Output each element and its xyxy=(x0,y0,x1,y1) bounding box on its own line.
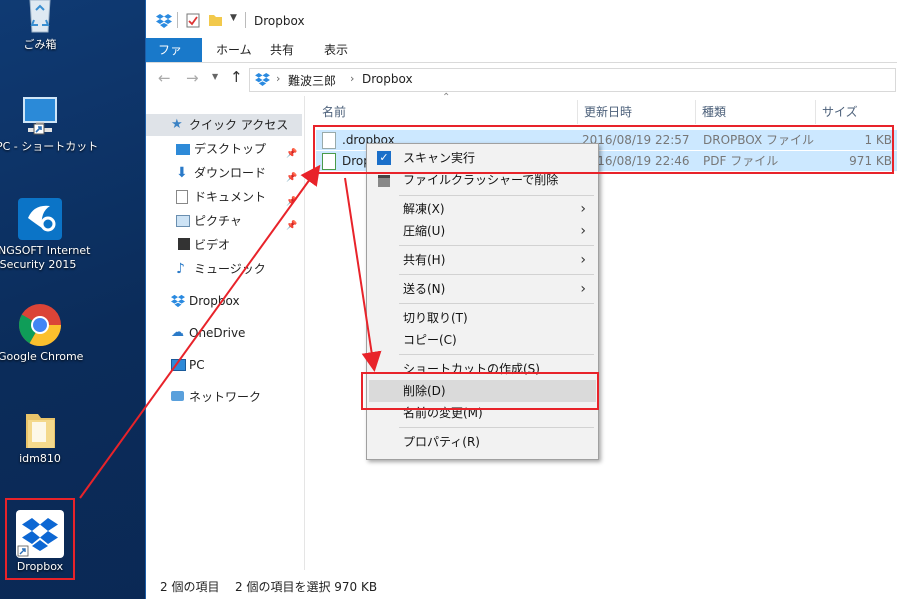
arrow-to-delete xyxy=(344,177,382,372)
arrow-to-files xyxy=(79,164,321,499)
annotation-arrows xyxy=(79,164,382,499)
